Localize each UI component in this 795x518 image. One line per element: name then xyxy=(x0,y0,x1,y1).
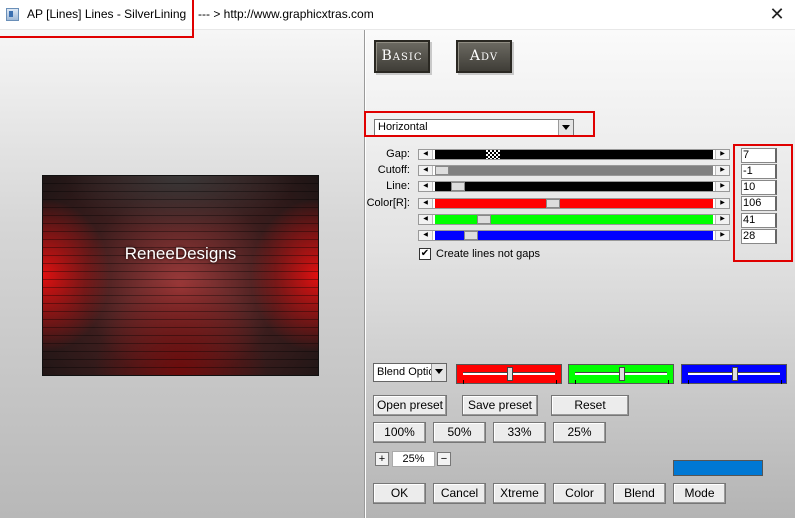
create-lines-checkbox[interactable]: ✔ xyxy=(419,248,431,260)
reset-button[interactable]: Reset xyxy=(551,395,629,416)
cutoff-slider[interactable]: ◀ ▶ xyxy=(418,165,730,176)
line-slider[interactable]: ◀ ▶ xyxy=(418,181,730,192)
tick-mark xyxy=(556,380,557,384)
arrow-left-icon[interactable]: ◀ xyxy=(419,182,433,191)
color-b-slider-thumb[interactable] xyxy=(464,231,478,240)
arrow-right-icon[interactable]: ▶ xyxy=(715,182,729,191)
arrow-left-icon[interactable]: ◀ xyxy=(419,231,433,240)
title-url-text: --- > http://www.graphicxtras.com xyxy=(198,7,374,21)
create-lines-label: Create lines not gaps xyxy=(436,248,540,260)
arrow-right-icon[interactable]: ▶ xyxy=(715,199,729,208)
blend-options-select[interactable]: Blend Optio xyxy=(373,363,447,382)
arrow-left-icon[interactable]: ◀ xyxy=(419,150,433,159)
tab-basic[interactable]: Basic xyxy=(374,40,430,73)
gap-label: Gap: xyxy=(386,148,410,160)
zoom-50-button[interactable]: 50% xyxy=(433,422,486,443)
preview-image: ReneeDesigns xyxy=(42,175,319,376)
line-label: Line: xyxy=(386,180,410,192)
preview-pane: ReneeDesigns xyxy=(0,30,365,518)
blend-red-slider-thumb[interactable] xyxy=(507,367,513,381)
color-b-slider[interactable]: ◀ ▶ xyxy=(418,230,730,241)
color-g-slider-thumb[interactable] xyxy=(477,215,491,224)
cutoff-slider-track[interactable] xyxy=(435,166,713,175)
zoom-level-value: 25% xyxy=(392,451,435,467)
arrow-left-icon[interactable]: ◀ xyxy=(419,166,433,175)
zoom-33-button[interactable]: 33% xyxy=(493,422,546,443)
blend-red-slider[interactable] xyxy=(456,364,562,384)
cutoff-label: Cutoff: xyxy=(377,164,410,176)
save-preset-button[interactable]: Save preset xyxy=(462,395,538,416)
values-highlight-box xyxy=(733,144,793,262)
tick-mark xyxy=(781,380,782,384)
color-swatch[interactable] xyxy=(673,460,763,476)
arrow-left-icon[interactable]: ◀ xyxy=(419,199,433,208)
color-r-slider-track[interactable] xyxy=(435,199,713,208)
ok-button[interactable]: OK xyxy=(373,483,426,504)
arrow-right-icon[interactable]: ▶ xyxy=(715,215,729,224)
close-icon[interactable]: ✕ xyxy=(764,2,790,26)
blend-green-slider-thumb[interactable] xyxy=(619,367,625,381)
blend-blue-slider-thumb[interactable] xyxy=(732,367,738,381)
line-slider-track[interactable] xyxy=(435,182,713,191)
color-r-label: Color[R]: xyxy=(366,197,410,209)
zoom-100-button[interactable]: 100% xyxy=(373,422,426,443)
gap-pattern-indicator xyxy=(486,150,500,159)
color-r-slider-thumb[interactable] xyxy=(546,199,560,208)
zoom-in-button[interactable]: + xyxy=(375,452,389,466)
gap-slider-track[interactable] xyxy=(435,150,713,159)
color-r-slider[interactable]: ◀ ▶ xyxy=(418,198,730,209)
gap-slider[interactable]: ◀ ▶ xyxy=(418,149,730,160)
arrow-right-icon[interactable]: ▶ xyxy=(715,231,729,240)
arrow-left-icon[interactable]: ◀ xyxy=(419,215,433,224)
cancel-button[interactable]: Cancel xyxy=(433,483,486,504)
chevron-down-icon[interactable] xyxy=(431,364,446,381)
tick-mark xyxy=(688,380,689,384)
tab-adv[interactable]: Adv xyxy=(456,40,512,73)
xtreme-button[interactable]: Xtreme xyxy=(493,483,546,504)
zoom-25-button[interactable]: 25% xyxy=(553,422,606,443)
tick-mark xyxy=(463,380,464,384)
open-preset-button[interactable]: Open preset xyxy=(373,395,447,416)
tick-mark xyxy=(575,380,576,384)
preview-watermark: ReneeDesigns xyxy=(124,244,237,263)
color-button[interactable]: Color xyxy=(553,483,606,504)
line-slider-thumb[interactable] xyxy=(451,182,465,191)
blend-blue-slider[interactable] xyxy=(681,364,787,384)
blend-options-value: Blend Optio xyxy=(377,366,435,378)
blend-button[interactable]: Blend xyxy=(613,483,666,504)
color-g-slider-track[interactable] xyxy=(435,215,713,224)
title-highlight-box xyxy=(0,0,194,38)
zoom-out-button[interactable]: − xyxy=(437,452,451,466)
tick-mark xyxy=(668,380,669,384)
arrow-right-icon[interactable]: ▶ xyxy=(715,150,729,159)
mode-select-highlight-box xyxy=(364,111,595,137)
controls-pane xyxy=(366,30,795,518)
color-g-slider[interactable]: ◀ ▶ xyxy=(418,214,730,225)
mode-button[interactable]: Mode xyxy=(673,483,726,504)
color-b-slider-track[interactable] xyxy=(435,231,713,240)
blend-green-slider[interactable] xyxy=(568,364,674,384)
arrow-right-icon[interactable]: ▶ xyxy=(715,166,729,175)
cutoff-slider-thumb[interactable] xyxy=(435,166,449,175)
